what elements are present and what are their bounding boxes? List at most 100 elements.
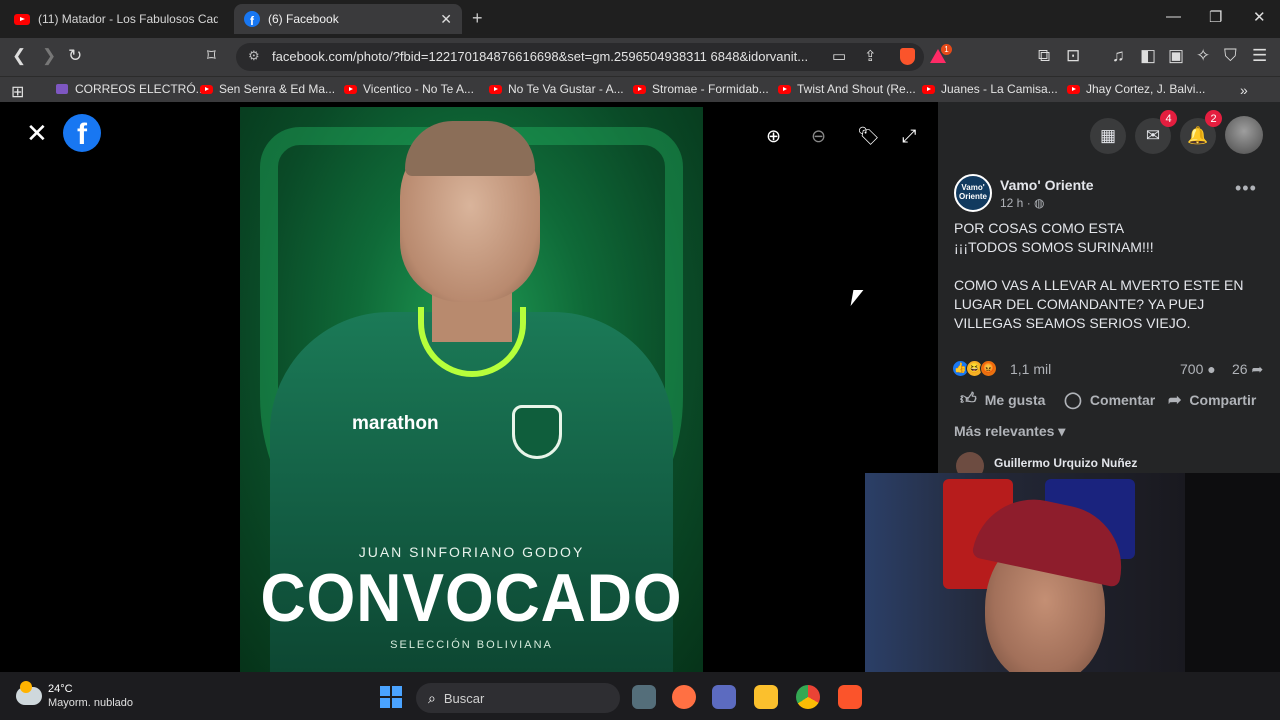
- weather-description: Mayorm. nublado: [48, 697, 133, 709]
- menu-grid-icon[interactable]: ▦: [1090, 118, 1126, 154]
- comment-sort-dropdown[interactable]: Más relevantes ▾: [954, 423, 1065, 440]
- post-author[interactable]: Vamo' Oriente: [1000, 177, 1094, 193]
- globe-icon: ◍: [1034, 196, 1045, 210]
- task-view-icon[interactable]: [632, 685, 656, 709]
- brave-browser-icon[interactable]: [838, 685, 862, 709]
- url-text: facebook.com/photo/?fbid=122170184876616…: [272, 49, 809, 64]
- fullscreen-icon[interactable]: ⤢: [902, 126, 916, 147]
- tab-title: (11) Matador - Los Fabulosos Cadillac: [38, 12, 218, 26]
- close-icon[interactable]: ✕: [26, 118, 48, 149]
- cast-icon[interactable]: ▭: [832, 47, 846, 65]
- shares-count-text: 26: [1232, 361, 1248, 377]
- share-icon[interactable]: ⇪: [864, 47, 877, 65]
- zoom-in-icon[interactable]: ⊕: [766, 126, 781, 147]
- maximize-button[interactable]: ❐: [1209, 8, 1222, 26]
- jersey-brand: marathon: [352, 413, 439, 434]
- apps-icon[interactable]: ⊞: [11, 82, 24, 102]
- youtube-icon: [633, 84, 646, 94]
- tab-title: (6) Facebook: [268, 12, 339, 26]
- photo-image: marathon JUAN SINFORIANO GODOY CONVOCADO…: [240, 107, 703, 672]
- bookmark-icon[interactable]: ⌑: [207, 46, 216, 66]
- tab-facebook[interactable]: f (6) Facebook ✕: [234, 4, 462, 34]
- like-button[interactable]: 👍︎ Me gusta: [960, 390, 1045, 409]
- media-icon[interactable]: ♫: [1112, 46, 1125, 66]
- forward-button[interactable]: ❯: [42, 46, 56, 66]
- comment-button[interactable]: ◯ Comentar: [1064, 390, 1155, 410]
- reactions-count[interactable]: 1,1 mil: [1010, 361, 1051, 377]
- reload-button[interactable]: ↻: [68, 46, 82, 66]
- thumbs-up-icon: 👍︎: [960, 391, 977, 408]
- wallet-icon[interactable]: ▣: [1168, 46, 1184, 66]
- windows-start-icon[interactable]: [380, 686, 402, 708]
- teams-icon[interactable]: [712, 685, 736, 709]
- youtube-icon: [1067, 84, 1080, 94]
- brave-shields-icon[interactable]: [900, 48, 915, 65]
- comment-label: Comentar: [1089, 392, 1156, 408]
- taskbar-search[interactable]: ⌕ Buscar: [416, 683, 620, 713]
- youtube-icon: [200, 84, 213, 94]
- post-line: POR COSAS COMO ESTA: [954, 220, 1125, 236]
- shares-count[interactable]: 26 ➦: [1232, 361, 1263, 378]
- facebook-logo[interactable]: f: [63, 114, 101, 152]
- commenter-name[interactable]: Guillermo Urquizo Nuñez: [994, 456, 1137, 470]
- back-button[interactable]: ❮: [12, 46, 26, 66]
- weather-widget[interactable]: 24°C Mayorm. nublado: [16, 681, 133, 710]
- comment-icon: ◯: [1064, 392, 1082, 409]
- more-bookmarks-icon[interactable]: »: [1240, 82, 1248, 98]
- facebook-icon: f: [244, 11, 260, 27]
- bookmark-item[interactable]: Jhay Cortez, J. Balvi...: [1067, 82, 1205, 96]
- player-name: JUAN SINFORIANO GODOY: [358, 544, 585, 560]
- post-time: 12 h · ◍: [1000, 196, 1045, 210]
- new-tab-button[interactable]: +: [472, 8, 483, 29]
- jersey-crest-icon: [512, 405, 562, 459]
- post-line: ¡¡¡TODOS SOMOS SURINAM!!!: [954, 239, 1154, 255]
- like-label: Me gusta: [984, 391, 1046, 408]
- post-text: POR COSAS COMO ESTA ¡¡¡TODOS SOMOS SURIN…: [954, 219, 1264, 333]
- extensions-icon[interactable]: ⧉: [1038, 46, 1050, 66]
- firefox-icon[interactable]: [672, 685, 696, 709]
- share-label: Compartir: [1189, 392, 1257, 408]
- close-tab-icon[interactable]: ✕: [440, 11, 452, 28]
- bookmark-item[interactable]: CORREOS ELECTRÓ...: [56, 82, 206, 96]
- zoom-out-icon[interactable]: ⊖: [811, 126, 826, 147]
- chrome-icon[interactable]: [796, 685, 820, 709]
- file-explorer-icon[interactable]: [754, 685, 778, 709]
- vpn-icon[interactable]: ⛉: [1224, 46, 1237, 66]
- reactions-summary[interactable]: 👍 😆 😡: [952, 360, 997, 377]
- tag-icon[interactable]: 🏷: [857, 126, 880, 147]
- sidebar-icon[interactable]: ◧: [1140, 46, 1156, 66]
- share-button[interactable]: ➦ Compartir: [1168, 390, 1256, 410]
- bookmark-item[interactable]: Sen Senra & Ed Ma...: [200, 82, 335, 96]
- taskbar: 24°C Mayorm. nublado ⌕ Buscar: [0, 672, 1280, 720]
- address-bar[interactable]: ⚙ facebook.com/photo/?fbid=1221701848766…: [236, 43, 924, 71]
- comments-count[interactable]: 700 ●: [1180, 361, 1216, 377]
- poster-headline: CONVOCADO: [260, 560, 683, 636]
- tab-bar: (11) Matador - Los Fabulosos Cadillac f …: [0, 0, 1280, 38]
- bookmark-item[interactable]: No Te Va Gustar - A...: [489, 82, 624, 96]
- weather-temperature: 24°C: [48, 683, 73, 695]
- sort-label: Más relevantes: [954, 423, 1055, 439]
- page-avatar[interactable]: Vamo' Oriente: [954, 174, 992, 212]
- close-window-button[interactable]: ✕: [1253, 8, 1266, 26]
- bookmark-item[interactable]: Juanes - La Camisa...: [922, 82, 1058, 96]
- post-time-text: 12 h ·: [1000, 196, 1035, 210]
- rewards-badge: 1: [941, 44, 952, 55]
- comments-count-text: 700: [1180, 361, 1204, 377]
- bookmark-item[interactable]: Vicentico - No Te A...: [344, 82, 474, 96]
- tab-search-icon[interactable]: ⊡: [1066, 46, 1080, 66]
- user-avatar[interactable]: [1225, 116, 1263, 154]
- bookmark-item[interactable]: Stromae - Formidab...: [633, 82, 769, 96]
- youtube-icon: [922, 84, 935, 94]
- bookmark-item[interactable]: Twist And Shout (Re...: [778, 82, 916, 96]
- more-options-icon[interactable]: •••: [1235, 178, 1257, 199]
- leo-ai-icon[interactable]: ✧: [1196, 46, 1210, 66]
- menu-icon[interactable]: ☰: [1252, 46, 1267, 66]
- chevron-down-icon: ▾: [1058, 423, 1066, 439]
- youtube-icon: [344, 84, 357, 94]
- site-info-icon[interactable]: ⚙: [248, 48, 260, 64]
- tab-youtube[interactable]: (11) Matador - Los Fabulosos Cadillac: [4, 4, 228, 34]
- post-actions: 👍︎ Me gusta ◯ Comentar ➦ Compartir: [938, 385, 1280, 415]
- messenger-badge: 4: [1160, 110, 1177, 127]
- minimize-button[interactable]: —: [1166, 8, 1181, 25]
- youtube-icon: [778, 84, 791, 94]
